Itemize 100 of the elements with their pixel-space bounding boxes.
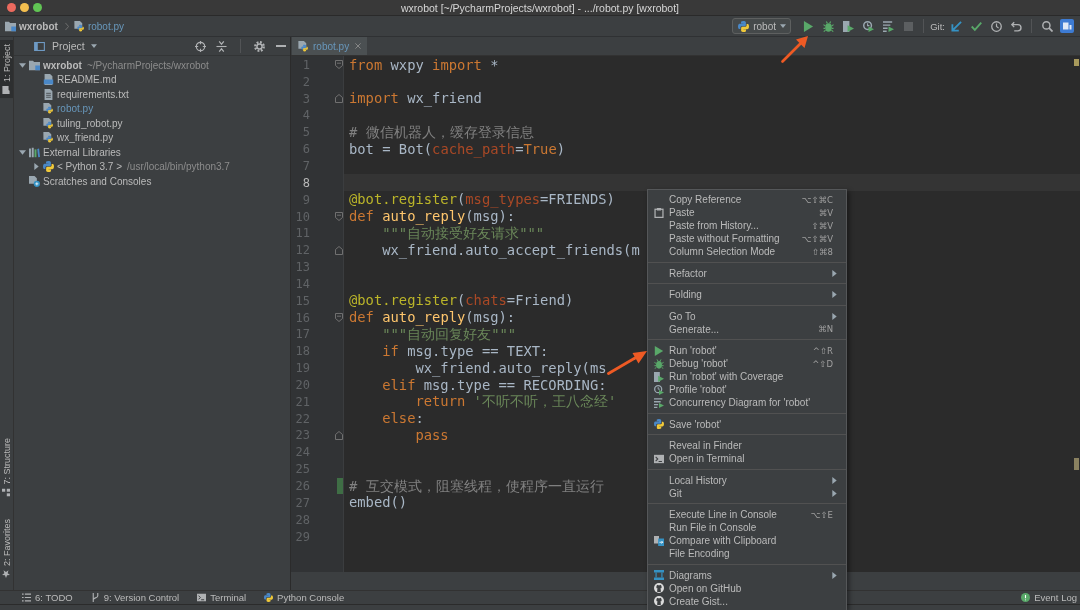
menu-item[interactable]: Paste ⌘V [648,206,846,219]
menu-item[interactable]: Generate... ⌘N [648,322,846,336]
menu-item[interactable]: File Encoding [648,547,846,560]
folder-icon [29,59,40,71]
tree-item[interactable]: tuling_robot.py [31,116,123,131]
run-configuration-dropdown[interactable]: robot [732,18,792,34]
tool-window-button[interactable]: 9: Version Control [90,592,180,603]
close-window-button[interactable] [7,3,16,12]
shortcut-label: ⇧⌘8 [811,246,834,257]
clock-icon [990,20,1002,32]
menu-item[interactable]: Open in Terminal [648,452,846,465]
profiler-icon [862,20,874,32]
menu-item[interactable]: Save 'robot' [648,417,846,431]
menu-item[interactable]: Create Gist... [648,594,846,608]
menu-item[interactable]: Paste from History... ⇧⌘V [648,219,846,232]
menu-item[interactable]: Copy Reference ⌥⇧⌘C [648,193,846,206]
tile-icon [1060,19,1074,33]
code-line: # 微信机器人，缓存登录信息 [349,123,534,140]
concurrency-icon [654,397,664,408]
tool-window-tab[interactable]: 2: Favorites [0,514,13,582]
python-file-icon [73,20,85,32]
shortcut-label: ⌥⇧E [810,509,834,520]
fold-marker-icon[interactable] [335,212,343,221]
tree-item[interactable]: wx_friend.py [31,130,114,145]
undo-icon [1010,20,1022,32]
project-view-dropdown[interactable]: Project [34,40,97,52]
menu-item[interactable]: Profile 'robot' [648,383,846,396]
window-title: wxrobot [~/PycharmProjects/wxrobot] - .../robot.py [wxrobot] [400,1,680,14]
caret-down-icon [780,24,786,28]
breadcrumb[interactable]: wxrobot [19,20,58,32]
menu-item[interactable]: Column Selection Mode ⇧⌘8 [648,245,846,258]
text-file-icon [43,88,54,100]
tool-window-button[interactable]: Python Console [264,592,345,603]
menu-item[interactable]: Concurrency Diagram for 'robot' [648,396,846,409]
annotation-arrow [607,351,647,375]
branch-icon [90,593,100,602]
fold-end-marker-icon[interactable] [335,431,343,440]
terminal-icon [197,593,207,602]
git-label: Git: [930,20,945,32]
code-line: @bot.register(msg_types=FRIENDS) [349,191,615,208]
code-line: if msg.type == TEXT: [381,342,549,359]
tree-item[interactable]: External Libraries [17,145,121,160]
shortcut-label: ⌥⇧⌘C [801,194,834,205]
coverage-icon [842,20,854,32]
code-line: # 互交模式，阻塞线程，使程序一直运行 [349,477,604,494]
tool-window-button[interactable]: 6: TODO [22,592,73,603]
settings-button[interactable] [253,39,266,53]
menu-item[interactable]: Local History [648,473,846,487]
collapse-all-button[interactable] [215,39,228,53]
code-line: else: [381,410,424,427]
menu-item[interactable]: Go To [648,309,846,323]
zoom-window-button[interactable] [33,3,42,12]
panel-icon [34,41,45,51]
locate-file-button[interactable] [194,39,207,53]
shortcut-label: ⇧⌘V [811,220,834,231]
tree-item[interactable]: requirements.txt [31,87,129,102]
menu-item[interactable]: Open on GitHub [648,581,846,595]
code-line: wx_friend.auto_accept_friends(m [381,241,640,258]
tool-window-button[interactable]: Terminal [197,592,247,603]
fold-marker-icon[interactable] [335,313,343,323]
shortcut-label: ⌥⇧⌘V [801,233,834,244]
github-icon [654,596,664,606]
menu-item[interactable]: Paste without Formatting ⌥⇧⌘V [648,232,846,245]
minimize-window-button[interactable] [20,3,29,12]
arrow-down-left-icon [950,20,962,32]
tree-item[interactable]: wxrobot ~/PycharmProjects/wxrobot [17,58,209,73]
caret-down-icon [90,44,97,48]
menu-item[interactable]: Run 'robot' with Coverage [648,370,846,383]
menu-item[interactable]: Compare with Clipboard [648,534,846,547]
event-log-button[interactable]: Event Log [1021,592,1080,603]
code-line: elif msg.type == RECORDING: [381,376,607,393]
code-line: return '不听不听，王八念经' [414,393,617,410]
toolbar-button[interactable] [1058,17,1076,35]
list-icon [22,593,31,602]
menu-item[interactable]: Run 'robot' ^⇧R [648,344,846,357]
tree-item[interactable]: < Python 3.7 > /usr/local/bin/python3.7 [31,159,230,174]
menu-item[interactable]: Diagrams [648,568,846,582]
tree-item[interactable]: README.md [31,72,117,87]
collapse-icon [216,40,227,52]
tree-item[interactable]: Scratches and Consoles [17,174,152,189]
code-line: bot = Bot(cache_path=True) [349,140,565,157]
menu-item[interactable]: Execute Line in Console ⌥⇧E [648,508,846,521]
menu-item[interactable]: Debug 'robot' ^⇧D [648,357,846,370]
python-file-icon [43,103,54,115]
python-file-icon [298,40,309,52]
code-line: """自动接受好友请求""" [381,224,545,241]
code-line: wx_friend.auto_reply(ms [414,359,607,376]
menu-item[interactable]: Refactor [648,266,846,280]
tool-window-tab[interactable]: 1: Project [0,40,13,99]
fold-end-marker-icon[interactable] [335,245,343,255]
tree-item[interactable]: robot.py [31,101,94,116]
tool-window-tab[interactable]: 7: Structure [0,434,13,501]
breadcrumb[interactable]: robot.py [87,20,125,32]
menu-item[interactable]: Folding [648,288,846,301]
github-icon [654,583,664,593]
fold-end-marker-icon[interactable] [335,94,343,104]
menu-item[interactable]: Run File in Console [648,521,846,534]
fold-marker-icon[interactable] [335,60,343,70]
menu-item[interactable]: Git [648,486,846,500]
menu-item[interactable]: Reveal in Finder [648,439,846,452]
